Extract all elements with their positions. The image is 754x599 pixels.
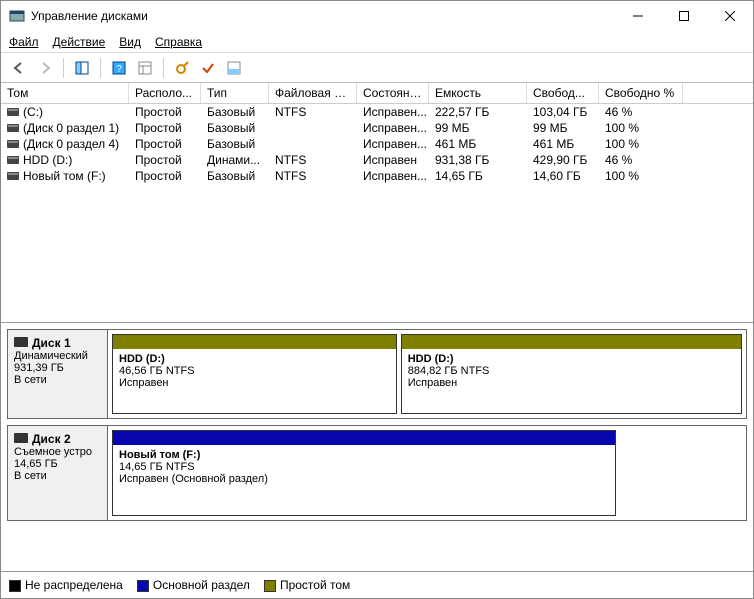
disk-header[interactable]: Диск 2 Съемное устро 14,65 ГБ В сети [8, 426, 108, 520]
volume-icon [7, 140, 19, 148]
check-icon[interactable] [196, 56, 220, 80]
volume-icon [7, 172, 19, 180]
close-button[interactable] [707, 1, 753, 31]
window-buttons [615, 1, 753, 31]
refresh-icon[interactable] [170, 56, 194, 80]
table-row[interactable]: (C:)ПростойБазовыйNTFSИсправен...222,57 … [1, 104, 753, 120]
disk-size: 14,65 ГБ [14, 458, 101, 470]
disk-icon [14, 337, 28, 347]
swatch-olive-icon [264, 580, 276, 592]
col-pct[interactable]: Свободно % [599, 83, 683, 103]
partition-name: HDD (D:) [119, 353, 390, 365]
legend-simple: Простой том [264, 578, 350, 592]
disk-status: В сети [14, 374, 101, 386]
partition-size: 884,82 ГБ NTFS [408, 365, 735, 377]
disk-row: Диск 2 Съемное устро 14,65 ГБ В сети Нов… [7, 425, 747, 521]
col-status[interactable]: Состояние [357, 83, 429, 103]
disk-status: В сети [14, 470, 101, 482]
partition-status: Исправен [408, 377, 735, 389]
volume-icon [7, 156, 19, 164]
app-icon [9, 8, 25, 24]
back-button[interactable] [7, 56, 31, 80]
toolbar-separator [163, 58, 164, 78]
partition-box[interactable]: Новый том (F:) 14,65 ГБ NTFS Исправен (О… [112, 430, 616, 516]
help-button[interactable]: ? [107, 56, 131, 80]
menu-view[interactable]: Вид [119, 35, 141, 49]
menubar: Файл Действие Вид Справка [1, 31, 753, 53]
legend: Не распределена Основной раздел Простой … [1, 572, 753, 598]
maximize-button[interactable] [661, 1, 707, 31]
partition-name: Новый том (F:) [119, 449, 609, 461]
swatch-blue-icon [137, 580, 149, 592]
col-type[interactable]: Тип [201, 83, 269, 103]
forward-button[interactable] [33, 56, 57, 80]
legend-unallocated: Не распределена [9, 578, 123, 592]
partition-stripe [402, 335, 741, 349]
disk-type: Съемное устро [14, 446, 101, 458]
toolbar-separator [100, 58, 101, 78]
titlebar: Управление дисками [1, 1, 753, 31]
menu-file[interactable]: Файл [9, 35, 39, 49]
disk-row: Диск 1 Динамический 931,39 ГБ В сети HDD… [7, 329, 747, 419]
partition-box[interactable]: HDD (D:) 46,56 ГБ NTFS Исправен [112, 334, 397, 414]
menu-help[interactable]: Справка [155, 35, 202, 49]
disk-label: Диск 2 [32, 432, 71, 446]
partition-box[interactable]: HDD (D:) 884,82 ГБ NTFS Исправен [401, 334, 742, 414]
toolbar-separator [63, 58, 64, 78]
settings-view-button[interactable] [133, 56, 157, 80]
partition-stripe [113, 431, 615, 445]
col-volume[interactable]: Том [1, 83, 129, 103]
partition-stripe [113, 335, 396, 349]
table-row[interactable]: Новый том (F:)ПростойБазовыйNTFSИсправен… [1, 168, 753, 184]
window-title: Управление дисками [31, 9, 615, 23]
volume-rows: (C:)ПростойБазовыйNTFSИсправен...222,57 … [1, 104, 753, 184]
volume-icon [7, 108, 19, 116]
partition-status: Исправен [119, 377, 390, 389]
partition-size: 14,65 ГБ NTFS [119, 461, 609, 473]
volume-list[interactable]: Том Располо... Тип Файловая с... Состоян… [1, 83, 753, 323]
disk-header[interactable]: Диск 1 Динамический 931,39 ГБ В сети [8, 330, 108, 418]
disk-label: Диск 1 [32, 336, 71, 350]
disk-size: 931,39 ГБ [14, 362, 101, 374]
minimize-button[interactable] [615, 1, 661, 31]
partition-status: Исправен (Основной раздел) [119, 473, 609, 485]
toolbar: ? [1, 53, 753, 83]
svg-text:?: ? [116, 64, 122, 75]
disk-type: Динамический [14, 350, 101, 362]
table-row[interactable]: (Диск 0 раздел 4)ПростойБазовыйИсправен.… [1, 136, 753, 152]
show-hide-button[interactable] [70, 56, 94, 80]
menu-action[interactable]: Действие [53, 35, 106, 49]
table-row[interactable]: HDD (D:)ПростойДинами...NTFSИсправен931,… [1, 152, 753, 168]
swatch-black-icon [9, 580, 21, 592]
volume-icon [7, 124, 19, 132]
disk-graphical-area[interactable]: Диск 1 Динамический 931,39 ГБ В сети HDD… [1, 323, 753, 572]
col-free[interactable]: Свобод... [527, 83, 599, 103]
col-layout[interactable]: Располо... [129, 83, 201, 103]
table-row[interactable]: (Диск 0 раздел 1)ПростойБазовыйИсправен.… [1, 120, 753, 136]
partition-name: HDD (D:) [408, 353, 735, 365]
col-fs[interactable]: Файловая с... [269, 83, 357, 103]
col-capacity[interactable]: Емкость [429, 83, 527, 103]
disk-icon [14, 433, 28, 443]
list-bottom-icon[interactable] [222, 56, 246, 80]
volume-list-header: Том Располо... Тип Файловая с... Состоян… [1, 83, 753, 104]
partition-size: 46,56 ГБ NTFS [119, 365, 390, 377]
legend-primary: Основной раздел [137, 578, 250, 592]
